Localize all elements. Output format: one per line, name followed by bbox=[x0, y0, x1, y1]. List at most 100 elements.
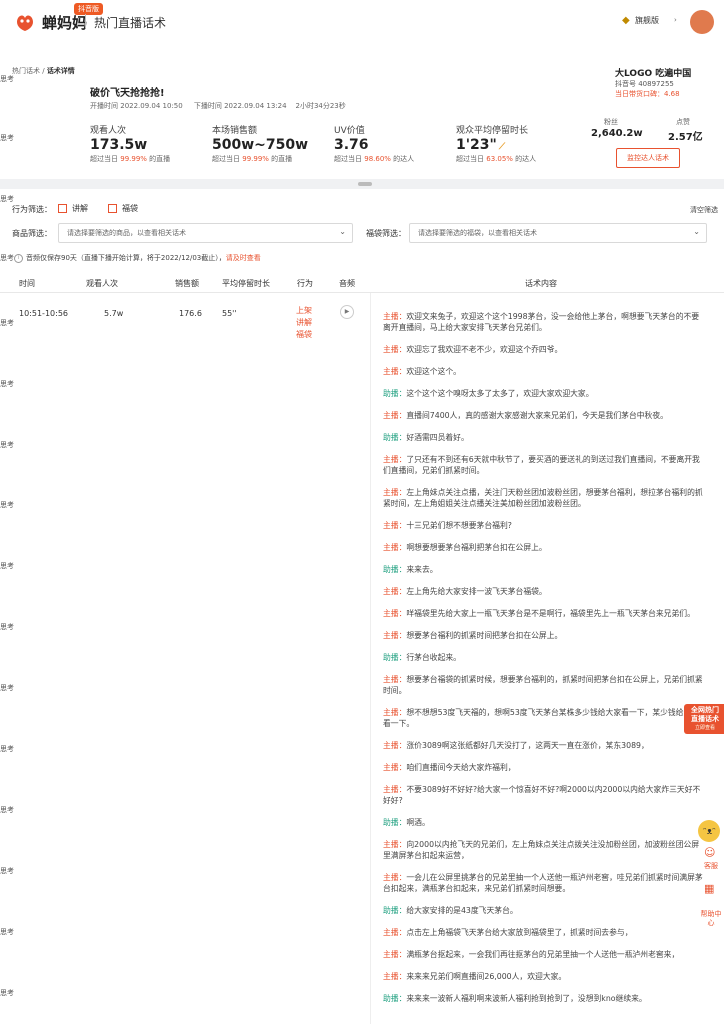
script-line: 主播：一会儿在公屏里挑茅台的兄弟里抽一个人送他一瓶泸州老窖，哇兄弟们抓紧时间满屏… bbox=[383, 872, 705, 894]
script-text: 来来来兄弟们啊直播间26,000人，欢迎大家。 bbox=[406, 972, 567, 981]
checkbox-lucky-bag[interactable] bbox=[108, 204, 117, 213]
script-line: 主播：咱们直播间今天给大家炸福利， bbox=[383, 762, 705, 773]
assistant-speaker-label: 助播： bbox=[383, 906, 407, 915]
script-line: 助播：来来来一波新人福利啊来波新人福利抢到抢到了，没想到kno继续来。 bbox=[383, 993, 705, 1004]
host-speaker-label: 主播： bbox=[383, 455, 407, 464]
stat-comparison: 超过当日 98.60% 的达人 bbox=[334, 155, 415, 163]
script-line: 主播：欢迎这个这个。 bbox=[383, 366, 705, 377]
hot-scripts-promo-badge[interactable]: 全网热门 直播话术 立即查看 bbox=[684, 704, 724, 734]
script-text: 咱们直播间今天给大家炸福利， bbox=[406, 763, 516, 772]
chanmama-logo-icon[interactable] bbox=[14, 12, 36, 32]
breadcrumb-current: 话术详情 bbox=[46, 67, 75, 75]
likes-label: 点赞 bbox=[676, 118, 690, 126]
start-time-value: 2022.09.04 10:50 bbox=[120, 102, 183, 110]
column-header-audio: 音频 bbox=[339, 279, 355, 288]
customer-service-icon[interactable]: ☺ bbox=[704, 846, 715, 859]
fans-value: 2,640.2w bbox=[591, 128, 643, 139]
script-line: 助播：行茅台收起来。 bbox=[383, 652, 705, 663]
assistant-speaker-label: 助播： bbox=[383, 433, 407, 442]
stat-views: 观看人次 173.5w 超过当日 99.99% 的直播 bbox=[90, 123, 170, 164]
watermark-text: 思考 bbox=[0, 319, 14, 327]
info-icon: i bbox=[14, 253, 23, 263]
chevron-down-icon: ⌄ bbox=[693, 227, 700, 236]
chevron-right-icon: › bbox=[674, 16, 677, 24]
view-now-link[interactable]: 请及时查看 bbox=[226, 254, 261, 262]
checkbox-explain-label[interactable]: 讲解 bbox=[72, 203, 88, 214]
fans-label: 粉丝 bbox=[604, 118, 618, 126]
row-avg-stay: 55'' bbox=[222, 309, 237, 318]
script-text: 好酒需四员着好。 bbox=[406, 433, 469, 442]
script-content-list: 主播： 欢迎文来兔子，欢迎这个这个1998茅台，没一会给他上茅台，啊想要飞天茅台的… bbox=[383, 311, 705, 1015]
watermark-text: 思考 bbox=[0, 928, 14, 936]
top-navigation-bar: 蝉妈妈 抖音版 热门直播话术 ◆ 旗舰版 › bbox=[0, 0, 724, 44]
column-divider bbox=[370, 293, 371, 1024]
host-speaker-label: 主播： bbox=[383, 488, 407, 497]
script-line: 主播：满瓶茅台抠起来，一会我们再往抠茅台的兄弟里抽一个人送他一瓶泸州老窖来， bbox=[383, 949, 705, 960]
host-speaker-label: 主播： bbox=[383, 840, 407, 849]
breadcrumb-parent[interactable]: 热门话术 bbox=[12, 67, 40, 75]
stat-value: 1'23" ⟋ bbox=[456, 137, 506, 153]
behavior-tag-listing[interactable]: 上架 bbox=[296, 305, 312, 317]
script-line: 助播：啊酒。 bbox=[383, 817, 705, 828]
monitor-streamer-button[interactable]: 监控达人话术 bbox=[616, 148, 680, 168]
stat-sales: 本场销售额 500w~750w 超过当日 99.99% 的直播 bbox=[212, 123, 308, 164]
help-center-icon[interactable]: ▦ bbox=[704, 882, 714, 895]
script-text: 不要3089好不好好?给大家一个惊喜好不好?啊2000以内2000以内给大家炸三… bbox=[383, 785, 701, 805]
help-center-button[interactable]: 帮助中心 bbox=[700, 910, 722, 928]
script-text: 满瓶茅台抠起来，一会我们再往抠茅台的兄弟里抽一个人送他一瓶泸州老窖来， bbox=[406, 950, 680, 959]
stat-value: 173.5w bbox=[90, 137, 148, 153]
breadcrumb-separator: / bbox=[40, 67, 47, 75]
mascot-face-icon: ᵔᴥᵔ bbox=[703, 827, 716, 837]
stat-label: UV价值 bbox=[334, 126, 365, 136]
script-text: 啊酒。 bbox=[406, 818, 430, 827]
host-speaker-label: 主播： bbox=[383, 763, 407, 772]
product-filter-select[interactable]: 请选择要筛选的商品，以查看相关话术 ⌄ bbox=[58, 223, 353, 243]
audio-retention-notice: i 音频仅保存90天（直播下播开始计算，将于2022/12/03截止），请及时查看 bbox=[14, 253, 261, 263]
watermark-text: 思考 bbox=[0, 684, 14, 692]
streamer-name[interactable]: 大LOGO 吃遍中国 bbox=[615, 66, 691, 79]
brand-name[interactable]: 蝉妈妈 bbox=[42, 12, 87, 33]
script-line: 主播：左上角先给大家安排一波飞天茅台福袋。 bbox=[383, 586, 705, 597]
trend-chart-icon[interactable]: ⟋ bbox=[499, 142, 505, 152]
clear-filters-button[interactable]: 清空筛选 bbox=[690, 205, 718, 215]
script-line: 主播：想不想想53度飞天福的，想啊53度飞天茅台某株多少钱给大家看一下，某少钱给… bbox=[383, 707, 705, 729]
host-speaker-label: 主播： bbox=[383, 543, 407, 552]
user-avatar[interactable] bbox=[690, 10, 714, 34]
bag-filter-placeholder: 请选择要筛选的福袋，以查看相关话术 bbox=[418, 229, 537, 237]
behavior-filter-label: 行为筛选： bbox=[12, 205, 52, 214]
script-text: 咩福袋里先给大家上一瓶飞天茅台是不是啊行，福袋里先上一瓶飞天茅台来兄弟们。 bbox=[406, 609, 695, 618]
column-header-script: 话术内容 bbox=[525, 279, 557, 288]
script-text: 直播间7400人，真的感谢大家感谢大家来兄弟们，今天是我们茅台中秋夜。 bbox=[406, 411, 668, 420]
audio-play-icon[interactable]: ▶ bbox=[340, 305, 354, 319]
script-text: 啊想要想要茅台福利把茅台扣在公屏上。 bbox=[406, 543, 547, 552]
script-text: 来来去。 bbox=[406, 565, 438, 574]
watermark-text: 思考 bbox=[0, 806, 14, 814]
customer-service-button[interactable]: 客服 bbox=[700, 862, 722, 871]
column-header-avg-stay: 平均停留时长 bbox=[222, 279, 270, 288]
live-title: 破价飞天抢抢抢! bbox=[90, 88, 165, 99]
duration-value: 2小时34分23秒 bbox=[295, 102, 346, 110]
script-line: 主播：咩福袋里先给大家上一瓶飞天茅台是不是啊行，福袋里先上一瓶飞天茅台来兄弟们。 bbox=[383, 608, 705, 619]
script-text: 这个这个这个嗅呀太多了太多了，欢迎大家欢迎大家。 bbox=[406, 389, 594, 398]
host-speaker-label: 主播： bbox=[383, 521, 407, 530]
checkbox-explain[interactable] bbox=[58, 204, 67, 213]
stat-comparison: 超过当日 99.99% 的直播 bbox=[90, 155, 171, 163]
column-header-behavior: 行为 bbox=[297, 279, 313, 288]
product-filter-placeholder: 请选择要筛选的商品，以查看相关话术 bbox=[67, 229, 186, 237]
vip-level-label[interactable]: 旗舰版 bbox=[635, 15, 659, 26]
script-line: 主播：欢迎文来兔子，欢迎这个这个1998茅台，没一会给他上茅台，啊想要飞天茅台的… bbox=[383, 311, 705, 333]
scroll-indicator[interactable] bbox=[358, 182, 372, 186]
behavior-tag-lucky-bag[interactable]: 福袋 bbox=[296, 329, 312, 341]
script-line: 主播：了只还有不到还有6天就中秋节了，要买酒的要送礼的到送过我们直播间，不要离开… bbox=[383, 454, 705, 476]
watermark-text: 思考 bbox=[0, 867, 14, 875]
watermark-text: 思考 bbox=[0, 195, 14, 203]
script-line: 助播：这个这个这个嗅呀太多了太多了，欢迎大家欢迎大家。 bbox=[383, 388, 705, 399]
bag-filter-select[interactable]: 请选择要筛选的福袋，以查看相关话术 ⌄ bbox=[409, 223, 707, 243]
script-text: 欢迎文来兔子，欢迎这个这个1998茅台，没一会给他上茅台，啊想要飞天茅台的不要离… bbox=[383, 312, 700, 332]
checkbox-lucky-bag-label[interactable]: 福袋 bbox=[122, 203, 138, 214]
script-line: 主播：向2000以内抢飞天的兄弟们，左上角妹点关注点拨关注没加粉丝团，加波粉丝团… bbox=[383, 839, 705, 861]
douyin-id: 抖音号 40897255 bbox=[615, 80, 674, 88]
script-text: 欢迎忘了我欢迎不老不少，欢迎这个乔四爷。 bbox=[406, 345, 563, 354]
behavior-tag-explain[interactable]: 讲解 bbox=[296, 317, 312, 329]
host-speaker-label: 主播： bbox=[383, 708, 407, 717]
